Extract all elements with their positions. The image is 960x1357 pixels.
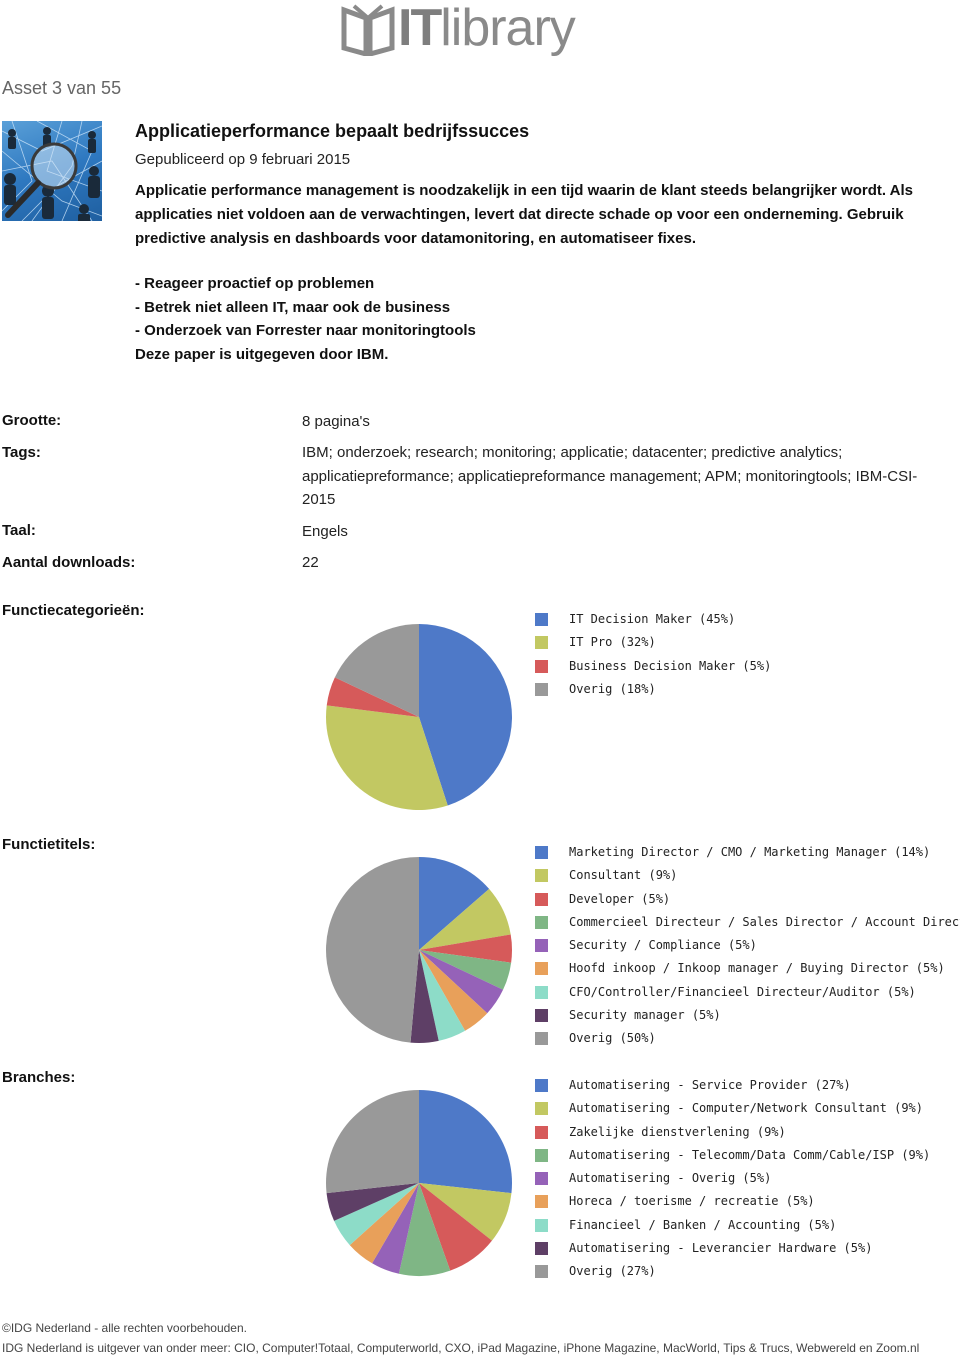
legend-swatch (535, 1172, 548, 1186)
downloads-label: Aantal downloads: (2, 554, 136, 571)
legend-label: Business Decision Maker (5%) (569, 658, 772, 673)
pie-chart-functiecategorieen (326, 624, 512, 810)
publisher-note: Deze paper is uitgegeven door IBM. (135, 345, 389, 363)
legend-label: CFO/Controller/Financieel Directeur/Audi… (569, 984, 916, 999)
downloads-value: 22 (302, 554, 319, 571)
legend-label: IT Pro (32%) (569, 635, 656, 650)
legend-swatch (535, 613, 548, 626)
legend-label: Automatisering - Leverancier Hardware (5… (569, 1241, 873, 1256)
legend-label: Consultant (9%) (569, 868, 678, 883)
legend-label: Automatisering - Telecomm/Data Comm/Cabl… (569, 1147, 931, 1162)
size-label: Grootte: (2, 412, 62, 429)
legend-swatch (535, 1102, 548, 1116)
legend-label: IT Decision Maker (45%) (569, 612, 736, 626)
legend-label: Horeca / toerisme / recreatie (5%) (569, 1194, 815, 1209)
legend-swatch (535, 636, 548, 650)
section-label-functietitels: Functietitels: (2, 836, 96, 853)
legend-swatch (535, 1032, 548, 1046)
legend-label: Automatisering - Computer/Network Consul… (569, 1101, 924, 1116)
asset-thumbnail (2, 121, 102, 221)
legend-label: Zakelijke dienstverlening (9%) (569, 1124, 786, 1139)
legend-swatch (535, 915, 548, 929)
legend-swatch (535, 1079, 548, 1092)
publisher-info: IDG Nederland is uitgever van onder meer… (2, 1341, 920, 1355)
legend-swatch (535, 1009, 548, 1023)
legend-label: Security / Compliance (5%) (569, 938, 757, 953)
logo-wordmark: ITlibrary (398, 0, 576, 57)
legend-label: Hoofd inkoop / Inkoop manager / Buying D… (569, 961, 945, 976)
key-point: - Reageer proactief op problemen (135, 275, 375, 292)
legend-swatch (535, 869, 548, 883)
legend-label: Commercieel Directeur / Sales Director /… (569, 914, 960, 929)
legend-label: Financieel / Banken / Accounting (5%) (569, 1217, 837, 1232)
legend-swatch (535, 892, 548, 906)
tags-label: Tags: (2, 444, 41, 461)
legend-swatch (535, 1265, 548, 1279)
legend-swatch (535, 1242, 548, 1256)
section-label-functiecategorieen: Functiecategorieën: (2, 602, 145, 619)
legend-label: Developer (5%) (569, 891, 671, 906)
pie-slice-overig (326, 1090, 419, 1194)
section-label-branches: Branches: (2, 1069, 76, 1086)
open-book-icon (341, 4, 395, 56)
asset-counter: Asset 3 van 55 (2, 78, 122, 98)
legend-swatch (535, 985, 548, 999)
itlibrary-logo[interactable]: ITlibrary (340, 0, 590, 57)
tags-value: IBM; onderzoek; research; monitoring; ap… (302, 444, 918, 508)
network-magnifier-image (2, 121, 102, 221)
legend-label: Overig (50%) (569, 1031, 656, 1046)
legend-swatch (535, 1148, 548, 1162)
asset-description: Applicatie performance management is noo… (135, 182, 913, 247)
pie-chart-branches (326, 1090, 512, 1276)
legend-label: Automatisering - Overig (5%) (569, 1171, 772, 1186)
legend-swatch (535, 1218, 548, 1232)
key-point: - Onderzoek van Forrester naar monitorin… (135, 322, 476, 339)
legend-label: Marketing Director / CMO / Marketing Man… (569, 845, 931, 859)
legend-swatch (535, 846, 548, 859)
publication-date: Gepubliceerd op 9 februari 2015 (135, 151, 351, 168)
legend-swatch (535, 659, 548, 673)
legend-label: Security manager (5%) (569, 1008, 721, 1023)
key-points-list: - Reageer proactief op problemen - Betre… (135, 272, 476, 366)
language-value: Engels (302, 523, 348, 540)
legend-label: Automatisering - Service Provider (27%) (569, 1078, 851, 1092)
language-label: Taal: (2, 522, 36, 539)
size-value: 8 pagina's (302, 413, 370, 430)
legend-swatch (535, 1195, 548, 1209)
key-point: - Betrek niet alleen IT, maar ook de bus… (135, 298, 451, 316)
asset-title: Applicatieperformance bepaalt bedrijfssu… (135, 121, 530, 141)
legend-swatch (535, 1125, 548, 1139)
legend-swatch (535, 682, 548, 696)
pie-chart-functietitels (326, 857, 512, 1043)
pie-slice-overig (326, 857, 419, 1043)
legend-swatch (535, 962, 548, 976)
legend-label: Overig (18%) (569, 681, 656, 696)
legend-label: Overig (27%) (569, 1264, 656, 1279)
pie-slice-automatisering-service-provider (419, 1090, 512, 1194)
legend-swatch (535, 939, 548, 953)
copyright-notice: ©IDG Nederland - alle rechten voorbehoud… (2, 1321, 247, 1335)
